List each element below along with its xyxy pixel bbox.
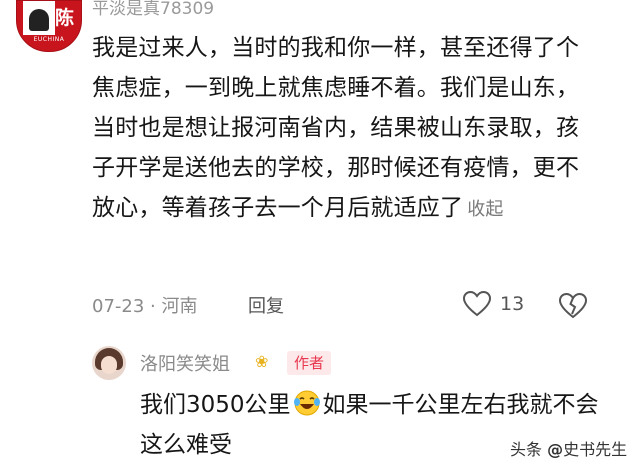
reply-username[interactable]: 洛阳笑笑姐 — [140, 350, 230, 376]
like-count: 13 — [500, 293, 525, 315]
avatar-face — [101, 356, 117, 374]
sunflower-icon: ❀ — [255, 352, 269, 371]
reply-avatar[interactable] — [92, 346, 126, 380]
comment-date: 07-23 — [92, 296, 145, 317]
laughing-tears-emoji-icon — [293, 390, 320, 416]
avatar-glyph: 陈 — [55, 7, 75, 29]
reply-button[interactable]: 回复 — [248, 292, 284, 318]
avatar-figure — [29, 9, 49, 31]
meta-separator: · — [150, 296, 156, 317]
comment-meta: 07-23 · 河南 — [92, 292, 198, 318]
avatar-brand: EUCHINA — [33, 36, 65, 43]
watermark-label: 头条 — [510, 440, 543, 459]
author-badge: 作者 — [287, 351, 332, 375]
comment-body: 我是过来人，当时的我和你一样，甚至还得了个焦虑症，一到晚上就焦虑睡不着。我们是山… — [92, 28, 592, 230]
watermark-name: 史书先生 — [563, 440, 628, 459]
watermark-at: @ — [547, 440, 564, 459]
heart-icon — [462, 290, 492, 317]
comment-location: 河南 — [161, 296, 198, 317]
dislike-button[interactable] — [558, 292, 588, 324]
reply-text-before: 我们3050公里 — [140, 392, 291, 418]
commenter-avatar[interactable]: 陈 EUCHINA — [16, 0, 82, 52]
collapse-link[interactable]: 收起 — [467, 199, 503, 220]
like-button[interactable]: 13 — [462, 290, 524, 318]
broken-heart-icon — [558, 292, 588, 319]
commenter-username[interactable]: 平淡是真78309 — [92, 0, 214, 19]
comment-text: 我是过来人，当时的我和你一样，甚至还得了个焦虑症，一到晚上就焦虑睡不着。我们是山… — [92, 35, 580, 221]
watermark: 头条 @史书先生 — [510, 436, 627, 460]
